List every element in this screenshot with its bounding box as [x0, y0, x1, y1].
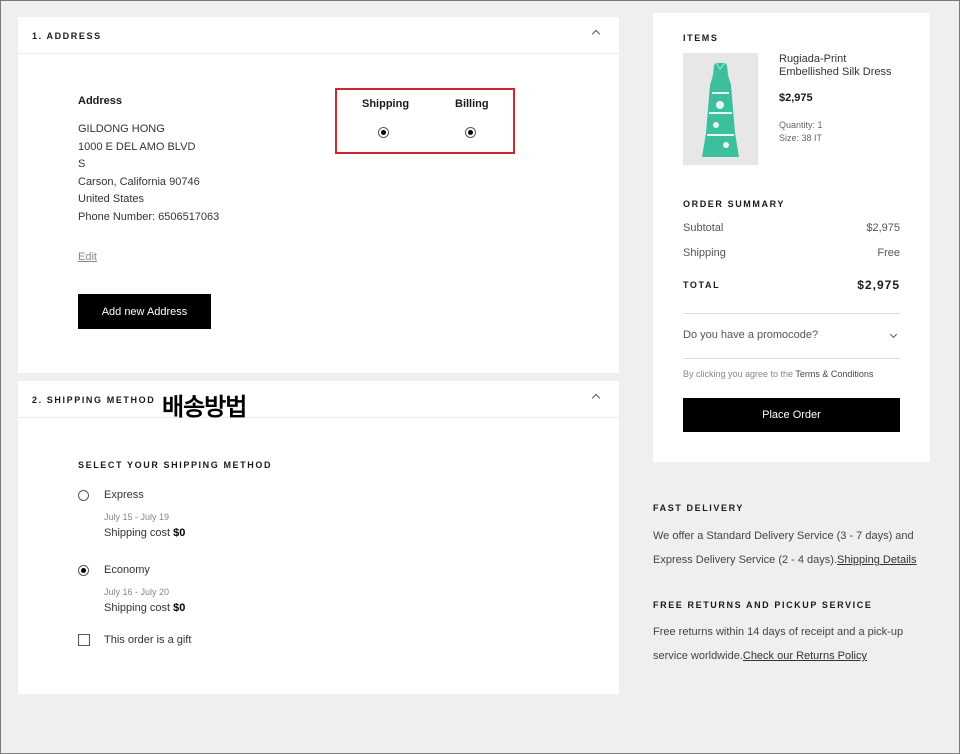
- express-cost-label: Shipping cost: [104, 527, 171, 539]
- economy-date: July 16 - July 20: [104, 587, 170, 597]
- shipping-cost-label: Shipping: [683, 247, 726, 259]
- shipping-address-radio[interactable]: [378, 127, 389, 138]
- add-new-address-button[interactable]: Add new Address: [78, 294, 211, 329]
- address-phone: Phone Number: 6506517063: [78, 210, 220, 223]
- address-section: 1. ADDRESS Address GILDONG HONG 1000 E D…: [18, 17, 619, 373]
- product-quantity: Quantity: 1: [779, 120, 823, 130]
- shipping-cost-value: Free: [877, 247, 900, 259]
- terms-notice: By clicking you agree to the Terms & Con…: [683, 369, 873, 379]
- address-label: Address: [78, 95, 123, 107]
- promocode-label: Do you have a promocode?: [683, 329, 819, 341]
- address-name: GILDONG HONG: [78, 123, 165, 135]
- address-lines: GILDONG HONG 1000 E DEL AMO BLVD S Carso…: [78, 121, 219, 226]
- chevron-down-icon: [889, 330, 898, 339]
- express-cost-value: $0: [173, 527, 186, 539]
- economy-cost-label: Shipping cost: [104, 602, 171, 614]
- terms-link[interactable]: Terms & Conditions: [795, 369, 873, 379]
- divider: [683, 313, 900, 314]
- shipping-header[interactable]: 2. SHIPPING METHOD 배송방법: [18, 381, 619, 421]
- economy-cost: Shipping cost $0: [104, 602, 185, 614]
- shipping-subtitle: SELECT YOUR SHIPPING METHOD: [78, 460, 273, 470]
- product-price: $2,975: [779, 92, 813, 104]
- billing-radio-label: Billing: [455, 98, 489, 110]
- shipping-details-link[interactable]: Shipping Details: [837, 554, 917, 566]
- express-cost: Shipping cost $0: [104, 527, 185, 539]
- promocode-toggle[interactable]: Do you have a promocode?: [683, 329, 900, 341]
- shipping-cost-row: Shipping Free: [683, 247, 900, 259]
- address-section-title: 1. ADDRESS: [32, 31, 102, 41]
- billing-address-radio[interactable]: [465, 127, 476, 138]
- gift-checkbox[interactable]: [78, 634, 90, 646]
- economy-option-label[interactable]: Economy: [104, 564, 150, 576]
- address-country: United States: [78, 193, 145, 205]
- product-name[interactable]: Rugiada-Print Embellished Silk Dress: [779, 53, 909, 79]
- subtotal-value: $2,975: [866, 222, 900, 234]
- total-label: TOTAL: [683, 280, 721, 290]
- items-title: ITEMS: [683, 33, 719, 43]
- place-order-button[interactable]: Place Order: [683, 398, 900, 432]
- returns-policy-link[interactable]: Check our Returns Policy: [743, 650, 867, 662]
- terms-prefix: By clicking you agree to the: [683, 369, 796, 379]
- fast-delivery-title: FAST DELIVERY: [653, 503, 744, 513]
- chevron-up-icon[interactable]: [591, 393, 601, 403]
- subtotal-row: Subtotal $2,975: [683, 222, 900, 234]
- korean-annotation: 배송방법: [162, 393, 247, 421]
- order-summary-title: ORDER SUMMARY: [683, 199, 785, 209]
- product-image[interactable]: [683, 53, 758, 165]
- gift-label[interactable]: This order is a gift: [104, 634, 191, 646]
- shipping-radio-label: Shipping: [362, 98, 410, 110]
- chevron-up-icon[interactable]: [591, 29, 601, 39]
- order-summary-panel: ITEMS Rugiada-Print Embellished Silk Dre…: [653, 13, 930, 462]
- fast-delivery-text: We offer a Standard Delivery Service (3 …: [653, 524, 923, 572]
- economy-cost-value: $0: [173, 602, 186, 614]
- product-size: Size: 38 IT: [779, 133, 823, 143]
- shipping-section-title: 2. SHIPPING METHOD: [32, 395, 156, 405]
- subtotal-label: Subtotal: [683, 222, 724, 234]
- address-line2: S: [78, 158, 86, 170]
- express-date: July 15 - July 19: [104, 512, 170, 522]
- total-value: $2,975: [857, 278, 900, 292]
- total-row: TOTAL $2,975: [683, 278, 900, 292]
- shipping-billing-highlight: Shipping Billing: [335, 88, 515, 154]
- address-header[interactable]: 1. ADDRESS: [18, 17, 619, 54]
- free-returns-text: Free returns within 14 days of receipt a…: [653, 620, 923, 668]
- express-radio[interactable]: [78, 490, 89, 501]
- economy-radio[interactable]: [78, 565, 89, 576]
- divider: [683, 358, 900, 359]
- express-option-label[interactable]: Express: [104, 489, 144, 501]
- address-street: 1000 E DEL AMO BLVD: [78, 140, 196, 153]
- address-city: Carson, California 90746: [78, 175, 200, 188]
- edit-address-link[interactable]: Edit: [78, 251, 97, 263]
- shipping-method-section: 2. SHIPPING METHOD 배송방법 SELECT YOUR SHIP…: [18, 381, 619, 694]
- free-returns-title: FREE RETURNS AND PICKUP SERVICE: [653, 600, 873, 610]
- dress-icon: [683, 53, 758, 165]
